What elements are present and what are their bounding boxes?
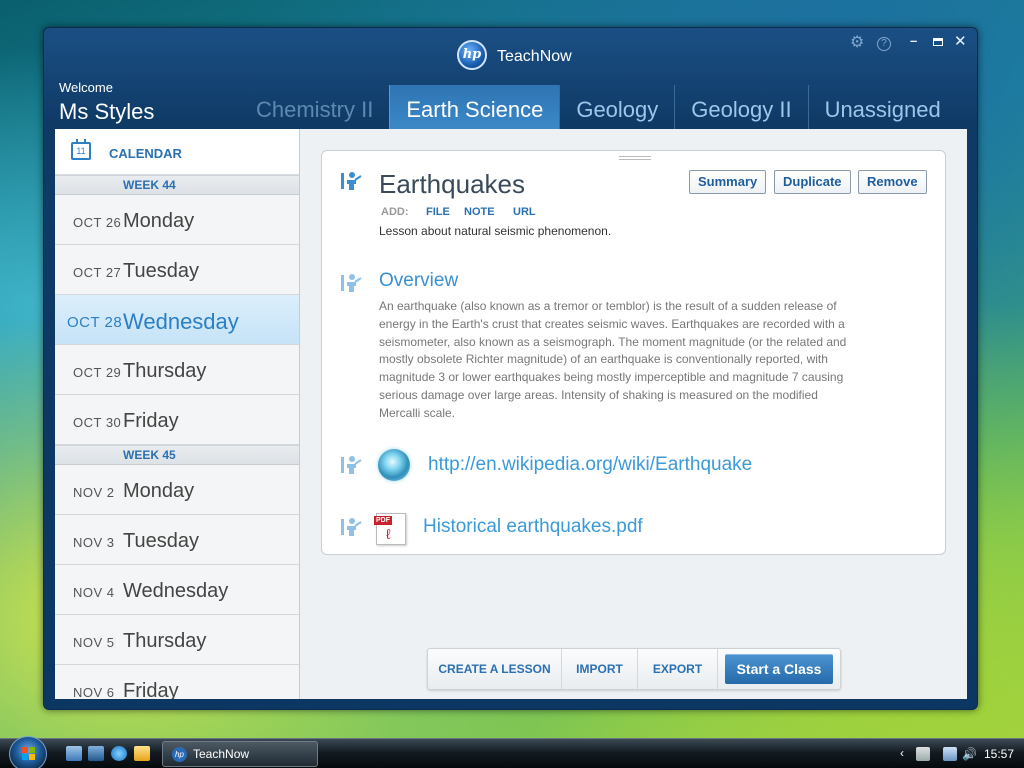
day-name: Tuesday [123,260,199,282]
day-name: Friday [123,410,179,432]
day-date: OCT 26 [73,215,122,230]
welcome-label: Welcome [59,80,113,95]
network-icon[interactable] [943,747,957,761]
day-row[interactable]: OCT 30 Friday [55,395,299,445]
tab-unassigned[interactable]: Unassigned [807,85,957,129]
export-button[interactable]: EXPORT [638,649,718,689]
day-date: NOV 3 [73,535,115,550]
day-row[interactable]: NOV 5 Thursday [55,615,299,665]
media-icon[interactable] [134,746,150,761]
day-date: NOV 6 [73,685,115,699]
calendar-header[interactable]: 11 CALENDAR [55,129,299,175]
presenter-icon[interactable] [340,273,362,293]
user-name: Ms Styles [59,99,155,124]
clock[interactable]: 15:57 [984,747,1014,761]
day-row[interactable]: NOV 6 Friday [55,665,299,699]
presenter-icon[interactable] [340,171,362,191]
tab-earth-science[interactable]: Earth Science [389,85,560,129]
day-date: NOV 5 [73,635,115,650]
web-link-globe-icon [378,449,410,481]
start-button[interactable] [9,736,47,768]
tab-chemistry-ii[interactable]: Chemistry II [252,85,389,129]
tray-expand-icon[interactable]: ‹ [900,746,904,760]
pdf-file-link[interactable]: Historical earthquakes.pdf [423,516,643,538]
internet-explorer-icon[interactable] [111,746,127,761]
day-date: NOV 2 [73,485,115,500]
teachnow-window: hp TeachNow ⚙ ? – ✕ Welcome Ms Styles Ch… [43,27,978,710]
add-url-link[interactable]: URL [513,206,536,218]
day-name: Friday [123,680,179,699]
minimize-button[interactable]: – [910,34,917,48]
day-row[interactable]: NOV 4 Wednesday [55,565,299,615]
taskbar-teachnow[interactable]: hp TeachNow [162,741,318,767]
show-desktop-icon[interactable] [88,746,104,761]
remove-button[interactable]: Remove [858,170,927,194]
week-header: WEEK 44 [55,175,299,195]
hp-logo-icon: hp [457,40,487,70]
pdf-tag: PDF [374,516,392,525]
lesson-card: Earthquakes ADD: FILE NOTE URL Lesson ab… [321,150,946,555]
calendar-label: CALENDAR [109,146,182,161]
overview-text: An earthquake (also known as a tremor or… [379,299,847,420]
day-name: Wednesday [123,580,229,602]
maximize-button[interactable] [933,38,943,46]
day-row[interactable]: OCT 27 Tuesday [55,245,299,295]
lesson-title: Earthquakes [379,169,525,199]
calendar-sidebar: 11 CALENDAR WEEK 44 OCT 26 Monday OCT 27… [55,129,300,699]
day-row[interactable]: OCT 29 Thursday [55,345,299,395]
tab-geology-ii[interactable]: Geology II [674,85,807,129]
switch-windows-icon[interactable] [66,746,82,761]
taskbar: hp TeachNow ‹ 🔊 15:57 [0,736,1024,768]
day-date: OCT 29 [73,365,122,380]
adobe-mark-icon: ℓ [386,526,391,542]
windows-logo-icon [22,747,36,761]
day-row[interactable]: NOV 3 Tuesday [55,515,299,565]
day-date: OCT 28 [67,314,123,331]
day-row[interactable]: OCT 26 Monday [55,195,299,245]
calendar-icon: 11 [71,139,91,160]
summary-button[interactable]: Summary [689,170,767,194]
settings-gear-icon[interactable]: ⚙ [850,35,864,51]
day-date: OCT 27 [73,265,122,280]
subject-tabs: Chemistry II Earth Science Geology Geolo… [252,85,965,129]
day-date: OCT 30 [73,415,122,430]
add-label: ADD: [381,206,409,218]
title-bar[interactable]: hp TeachNow ⚙ ? – ✕ [44,28,977,76]
day-name: Monday [123,480,195,502]
day-name: Tuesday [123,530,199,552]
day-name: Wednesday [123,309,239,334]
day-row-selected[interactable]: OCT 28 Wednesday [55,295,299,345]
presenter-icon[interactable] [340,455,362,475]
close-button[interactable]: ✕ [954,34,967,49]
day-row[interactable]: NOV 2 Monday [55,465,299,515]
lesson-description: Lesson about natural seismic phenomenon. [379,224,612,238]
start-class-button[interactable]: Start a Class [725,654,833,684]
day-name: Monday [123,210,195,232]
volume-icon[interactable]: 🔊 [962,747,977,761]
week-header: WEEK 45 [55,445,299,465]
security-shield-icon[interactable] [916,747,930,761]
wikipedia-link[interactable]: http://en.wikipedia.org/wiki/Earthquake [428,454,752,476]
day-date: NOV 4 [73,585,115,600]
add-file-link[interactable]: FILE [426,206,450,218]
main-panel: 11 CALENDAR WEEK 44 OCT 26 Monday OCT 27… [55,129,967,699]
presenter-icon[interactable] [340,517,362,537]
taskbar-label: TeachNow [193,747,250,761]
tab-geology[interactable]: Geology [559,85,674,129]
bottom-toolbar: CREATE A LESSON IMPORT EXPORT Start a Cl… [427,648,841,690]
create-lesson-button[interactable]: CREATE A LESSON [428,649,562,689]
day-name: Thursday [123,630,207,652]
import-button[interactable]: IMPORT [562,649,638,689]
pdf-file-icon: PDF ℓ [374,513,406,545]
hp-logo-icon: hp [172,747,187,762]
help-icon[interactable]: ? [877,37,891,51]
add-note-link[interactable]: NOTE [464,206,495,218]
drag-grip-icon[interactable] [619,156,651,160]
overview-title: Overview [379,270,459,291]
day-name: Thursday [123,360,207,382]
duplicate-button[interactable]: Duplicate [774,170,851,194]
app-title: TeachNow [497,48,572,65]
